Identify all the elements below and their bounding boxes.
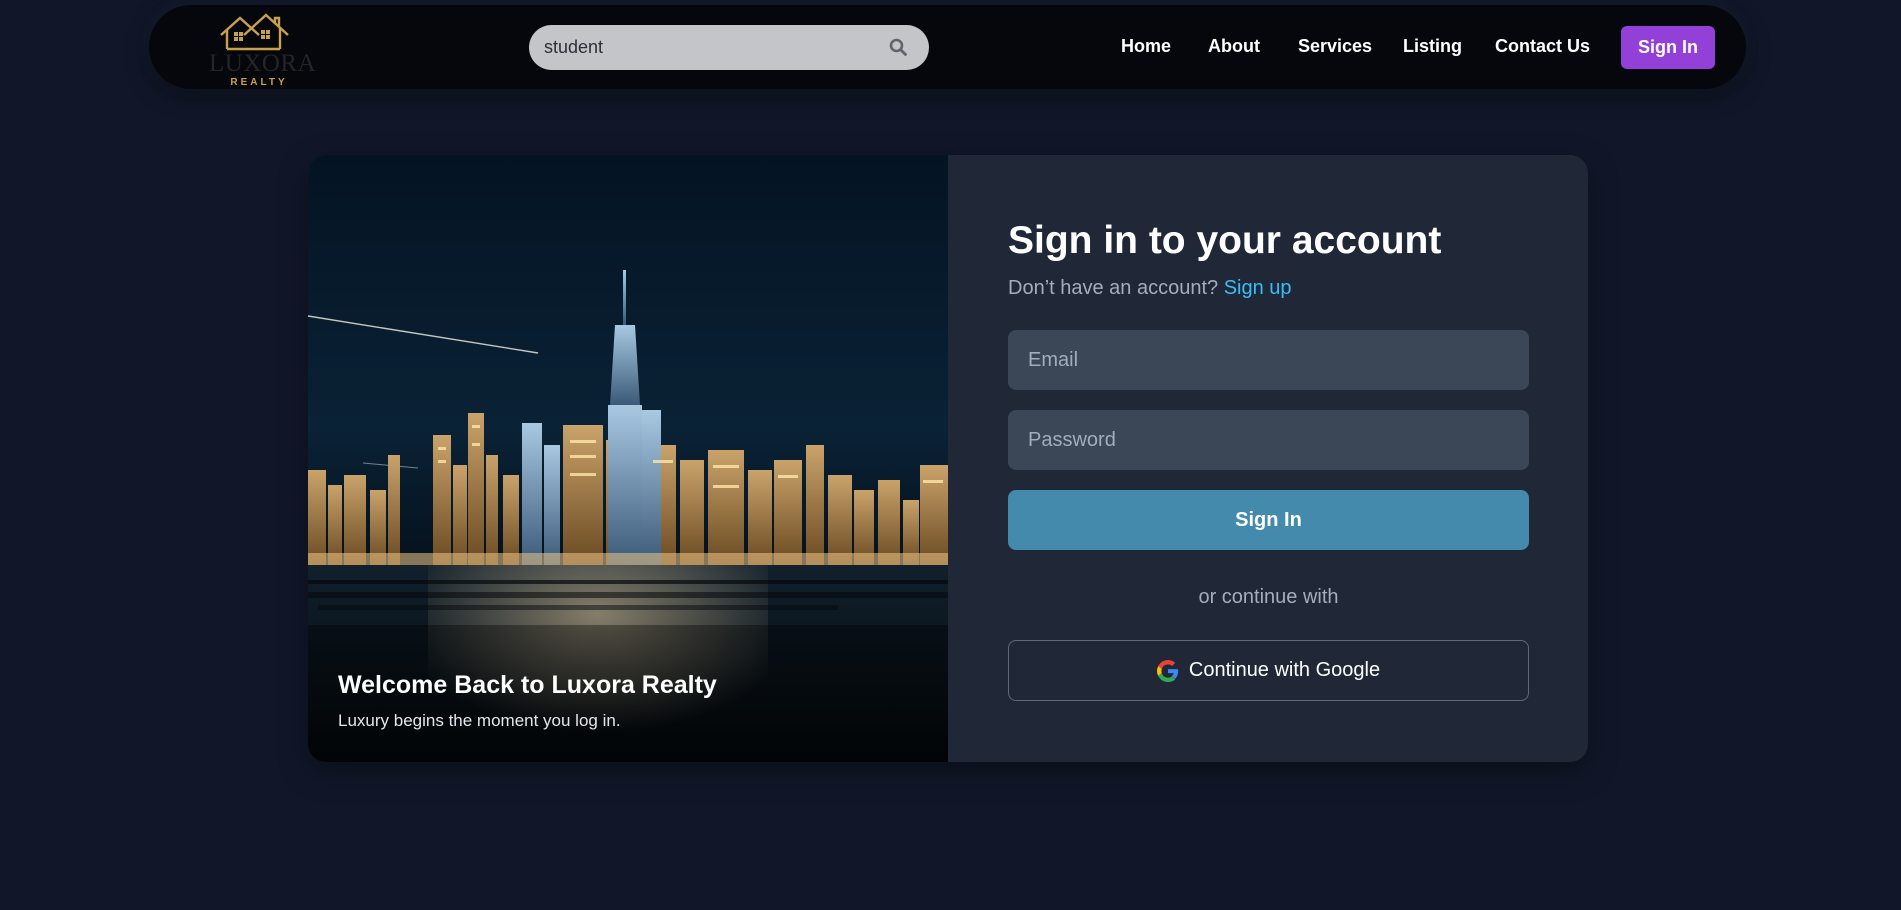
signin-form: Sign in to your account Don’t have an ac…	[948, 155, 1588, 762]
search-bar	[529, 25, 929, 70]
no-account-text: Don’t have an account?	[1008, 277, 1219, 299]
signin-button[interactable]: Sign In	[1008, 490, 1529, 550]
nav-link-listing[interactable]: Listing	[1403, 35, 1462, 57]
house-logo-icon	[220, 13, 289, 51]
nav-signin-button[interactable]: Sign In	[1621, 26, 1715, 69]
nav-link-services[interactable]: Services	[1298, 35, 1372, 57]
hero-image: Welcome Back to Luxora Realty Luxury beg…	[308, 155, 948, 762]
signup-link[interactable]: Sign up	[1224, 277, 1292, 299]
signup-prompt: Don’t have an account? Sign up	[1008, 275, 1292, 301]
logo-tagline: REALTY	[230, 77, 288, 88]
navbar: LUXORA REALTY Home About Services Listin…	[149, 5, 1746, 89]
or-divider-text: or continue with	[1198, 586, 1339, 608]
google-signin-button[interactable]: Continue with Google	[1008, 640, 1529, 701]
signin-card: Welcome Back to Luxora Realty Luxury beg…	[308, 155, 1588, 762]
logo[interactable]: LUXORA REALTY	[209, 13, 317, 88]
hero-title: Welcome Back to Luxora Realty	[338, 671, 717, 699]
page-title: Sign in to your account	[1008, 219, 1442, 262]
nav-link-home[interactable]: Home	[1121, 35, 1171, 57]
nav-link-contact-us[interactable]: Contact Us	[1495, 35, 1590, 57]
password-field[interactable]	[1008, 410, 1529, 470]
google-icon	[1156, 659, 1179, 682]
search-icon[interactable]	[889, 38, 907, 56]
search-input[interactable]	[544, 25, 874, 70]
nav-link-about[interactable]: About	[1208, 35, 1260, 57]
google-button-label: Continue with Google	[1188, 659, 1381, 681]
hero-subtitle: Luxury begins the moment you log in.	[338, 711, 621, 730]
logo-wordmark: LUXORA	[209, 50, 317, 77]
email-field[interactable]	[1008, 330, 1529, 390]
